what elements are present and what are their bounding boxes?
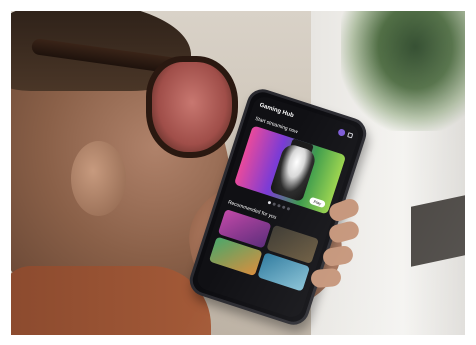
play-button[interactable]: Play bbox=[308, 196, 327, 209]
character-art bbox=[269, 142, 318, 203]
carousel-dot[interactable] bbox=[271, 202, 276, 206]
carousel-dot[interactable] bbox=[276, 203, 281, 208]
sunglasses-lens bbox=[146, 56, 238, 158]
photo-scene: Gaming Hub Start streaming now Play Reco… bbox=[11, 11, 465, 335]
carousel-dot[interactable] bbox=[281, 205, 286, 210]
avatar[interactable] bbox=[337, 127, 347, 137]
person-ear bbox=[71, 141, 126, 216]
person-shirt bbox=[11, 266, 211, 335]
background-plant bbox=[341, 11, 465, 131]
background-bench bbox=[411, 195, 465, 267]
menu-icon[interactable] bbox=[347, 131, 354, 138]
carousel-dot[interactable] bbox=[286, 206, 290, 211]
carousel-dot[interactable] bbox=[267, 200, 271, 205]
